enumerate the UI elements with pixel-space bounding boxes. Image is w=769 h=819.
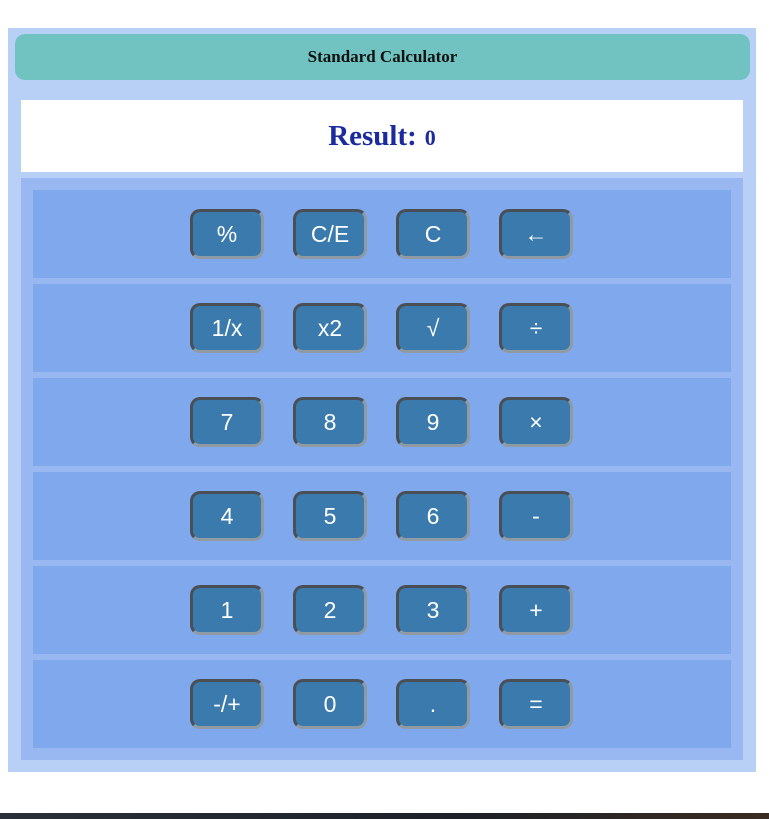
digit-6-button[interactable]: 6 bbox=[396, 491, 470, 541]
equals-button[interactable]: = bbox=[499, 679, 573, 729]
keypad: % C/E C ← 1/x x2 √ ÷ 7 8 9 × 4 5 6 - 1 2… bbox=[21, 178, 743, 760]
percent-button[interactable]: % bbox=[190, 209, 264, 259]
result-value: 0 bbox=[424, 125, 436, 150]
backspace-button[interactable]: ← bbox=[499, 209, 573, 259]
add-button[interactable]: + bbox=[499, 585, 573, 635]
clear-button[interactable]: C bbox=[396, 209, 470, 259]
decimal-point-button[interactable]: . bbox=[396, 679, 470, 729]
result-label: Result: bbox=[328, 119, 417, 152]
keypad-row-1: % C/E C ← bbox=[33, 190, 731, 278]
subtract-button[interactable]: - bbox=[499, 491, 573, 541]
digit-3-button[interactable]: 3 bbox=[396, 585, 470, 635]
calculator-title: Standard Calculator bbox=[15, 34, 750, 80]
keypad-row-2: 1/x x2 √ ÷ bbox=[33, 284, 731, 372]
digit-5-button[interactable]: 5 bbox=[293, 491, 367, 541]
clear-entry-button[interactable]: C/E bbox=[293, 209, 367, 259]
calculator-panel: Standard Calculator Result: 0 % C/E C ← … bbox=[8, 28, 756, 772]
digit-0-button[interactable]: 0 bbox=[293, 679, 367, 729]
digit-2-button[interactable]: 2 bbox=[293, 585, 367, 635]
keypad-row-5: 1 2 3 + bbox=[33, 566, 731, 654]
keypad-row-6: -/+ 0 . = bbox=[33, 660, 731, 748]
square-root-button[interactable]: √ bbox=[396, 303, 470, 353]
keypad-row-4: 4 5 6 - bbox=[33, 472, 731, 560]
taskbar-edge bbox=[0, 813, 769, 819]
multiply-button[interactable]: × bbox=[499, 397, 573, 447]
reciprocal-button[interactable]: 1/x bbox=[190, 303, 264, 353]
square-button[interactable]: x2 bbox=[293, 303, 367, 353]
digit-4-button[interactable]: 4 bbox=[190, 491, 264, 541]
digit-8-button[interactable]: 8 bbox=[293, 397, 367, 447]
digit-1-button[interactable]: 1 bbox=[190, 585, 264, 635]
keypad-row-3: 7 8 9 × bbox=[33, 378, 731, 466]
result-display: Result: 0 bbox=[21, 100, 743, 172]
digit-7-button[interactable]: 7 bbox=[190, 397, 264, 447]
digit-9-button[interactable]: 9 bbox=[396, 397, 470, 447]
negate-button[interactable]: -/+ bbox=[190, 679, 264, 729]
divide-button[interactable]: ÷ bbox=[499, 303, 573, 353]
